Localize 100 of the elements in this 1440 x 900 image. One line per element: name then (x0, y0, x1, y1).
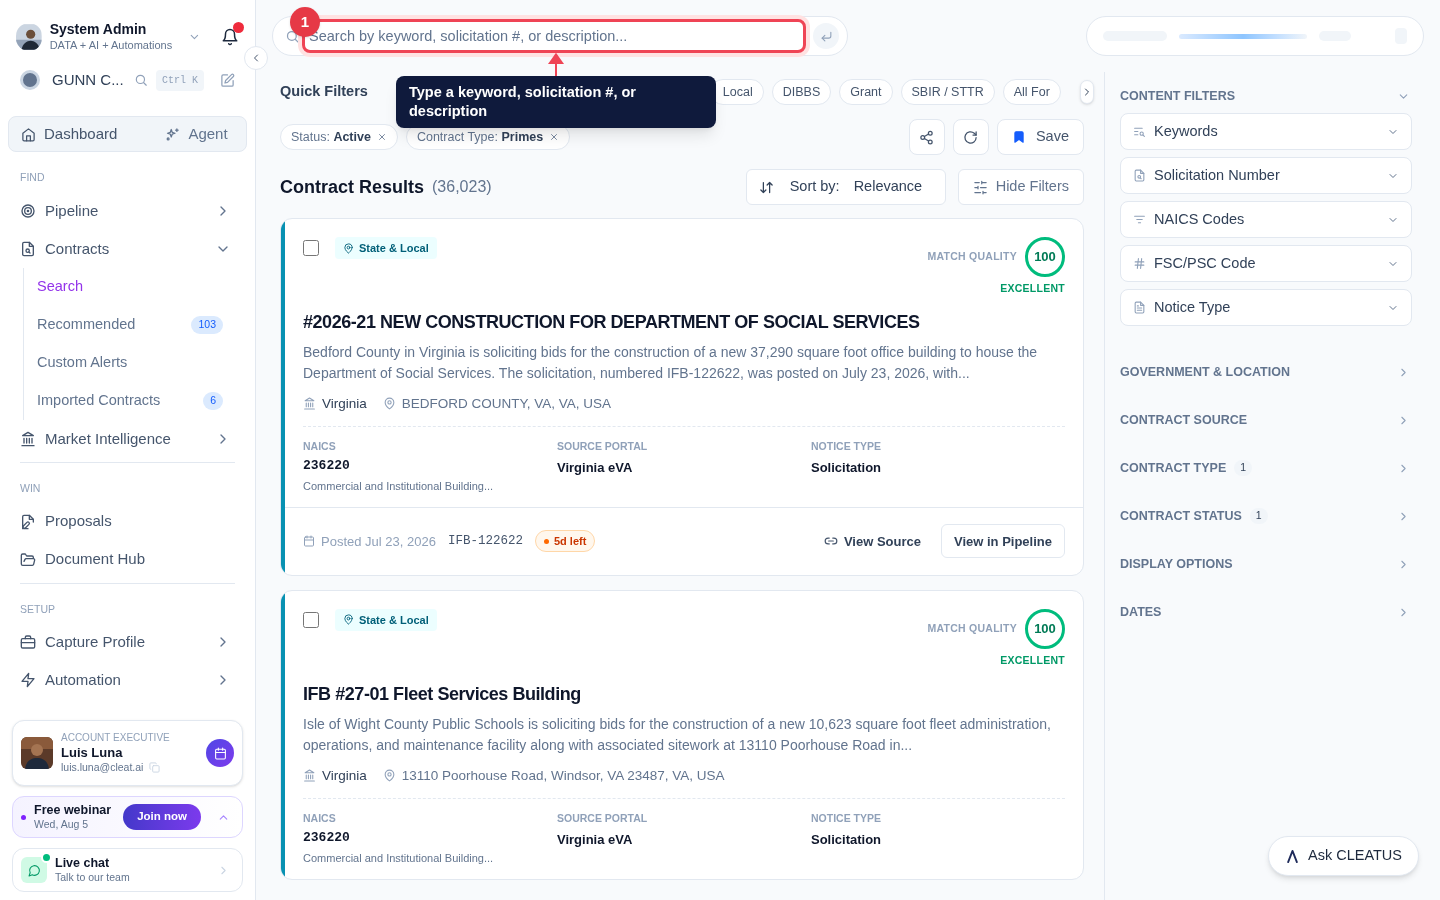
edit-icon[interactable] (220, 72, 235, 88)
sub-nav-item[interactable]: Imported Contracts 6 (37, 381, 247, 420)
enter-button[interactable] (813, 23, 839, 49)
sliders-icon (972, 179, 988, 195)
filter-section-header[interactable]: GOVERNMENT & LOCATION (1120, 348, 1412, 396)
search-icon[interactable] (134, 73, 148, 87)
save-button[interactable]: Save (996, 119, 1084, 155)
nav-item[interactable]: Proposals (8, 502, 247, 541)
pin-icon (343, 242, 354, 254)
section-heading: WIN (19, 480, 42, 496)
posted-date: Posted Jul 23, 2026 (321, 532, 436, 551)
scroll-right-button[interactable] (1079, 80, 1094, 104)
org-name[interactable]: GUNN C... (52, 68, 126, 92)
score-ring: 100 (1025, 237, 1065, 277)
rating-label: EXCELLENT (1000, 281, 1065, 296)
field-value: 236220 (303, 828, 351, 847)
filter-chip[interactable]: DIBBS (771, 79, 832, 105)
filter-section-header[interactable]: CONTRACT STATUS 1 (1120, 492, 1412, 540)
nav-tab[interactable]: Dashboard (21, 122, 118, 146)
card-title: IFB #27-01 Fleet Services Building (303, 682, 582, 706)
rating-label: EXCELLENT (1000, 652, 1065, 668)
select-checkbox[interactable] (303, 240, 319, 256)
select-checkbox[interactable] (303, 611, 319, 628)
email-text: luis.luna@cleat.ai (61, 760, 144, 774)
filter-dropdown[interactable]: FSC/PSC Code (1120, 245, 1412, 282)
calendar-button[interactable] (206, 739, 234, 767)
match-quality-label: MATCH QUALITY (927, 249, 1017, 265)
briefcase-icon (20, 634, 36, 651)
field-label: NAICS (303, 439, 337, 454)
filter-dropdown[interactable]: Solicitation Number (1120, 157, 1412, 194)
filter-dropdown[interactable]: Notice Type (1120, 289, 1412, 326)
user-subtitle: DATA + AI + Automations (49, 38, 173, 53)
remove-icon[interactable] (549, 132, 560, 142)
filter-section-header[interactable]: CONTRACT TYPE 1 (1120, 444, 1412, 492)
field-value: 236220 (303, 456, 351, 475)
sub-nav-item[interactable]: Search (37, 267, 247, 306)
org-logo (20, 70, 40, 90)
field-note: Commercial and Institutional Building... (303, 479, 495, 495)
filter-icon (1133, 213, 1146, 226)
filter-chip[interactable]: All For (1002, 79, 1061, 105)
tooltip: Type a keyword, solicitation #, or description (396, 76, 716, 128)
filter-section-header[interactable]: CONTRACT SOURCE (1120, 396, 1412, 444)
filter-chip[interactable]: SBIR / STTR (900, 79, 995, 105)
sub-nav-item[interactable]: Custom Alerts (37, 343, 247, 382)
user-name: System Admin (49, 21, 148, 39)
person-name: Luis Luna (61, 744, 124, 761)
nav-item[interactable]: Contracts (8, 229, 247, 268)
join-button[interactable]: Join now (123, 804, 201, 830)
quick-filters-label: Quick Filters (280, 82, 368, 102)
nav-item[interactable]: Market Intelligence (8, 419, 247, 458)
nav-item[interactable]: Automation (8, 661, 247, 700)
filter-tag[interactable]: Status: Active (280, 124, 398, 150)
bank-icon (303, 397, 316, 411)
field-value: Virginia eVA (557, 458, 634, 477)
filter-chip[interactable]: Grant (839, 79, 893, 105)
bookmark-icon (1011, 130, 1026, 144)
count-badge: 103 (191, 315, 223, 334)
ask-assistant-button[interactable]: Ask CLEATUS (1268, 836, 1419, 876)
chat-bubble-icon (27, 863, 41, 877)
bank-icon (303, 769, 316, 783)
refresh-button[interactable] (952, 119, 989, 155)
calendar-icon (303, 535, 315, 548)
webinar-title: Free webinar (34, 802, 113, 819)
bank-icon (20, 430, 36, 447)
file-search-icon (1133, 169, 1146, 182)
category-tag: State & Local (335, 608, 437, 631)
remove-icon[interactable] (376, 132, 387, 142)
field-value: Solicitation (811, 830, 883, 849)
nav-item[interactable]: Pipeline (8, 191, 247, 230)
pin-icon (343, 614, 354, 626)
filter-section-header[interactable]: DATES (1120, 588, 1412, 636)
sort-dropdown[interactable]: Sort by: Relevance (745, 169, 946, 205)
view-in-pipeline-button[interactable]: View in Pipeline (941, 524, 1065, 559)
field-label: SOURCE PORTAL (557, 810, 649, 826)
live-chat-card[interactable]: Live chat Talk to our team (12, 848, 243, 892)
field-note: Commercial and Institutional Building... (303, 851, 495, 866)
view-source-link[interactable]: View Source (823, 531, 921, 551)
copy-icon[interactable] (149, 761, 161, 773)
hide-filters-button[interactable]: Hide Filters (957, 169, 1084, 205)
field-value: Virginia eVA (557, 830, 634, 849)
notification-bell-icon[interactable] (221, 28, 239, 46)
share-button[interactable] (908, 119, 945, 155)
enter-icon (819, 29, 833, 43)
solicitation-number: IFB-122622 (447, 532, 523, 550)
chat-subtitle: Talk to our team (55, 871, 131, 885)
sub-nav-item[interactable]: Recommended 103 (37, 305, 247, 344)
webinar-date: Wed, Aug 5 (34, 818, 90, 832)
nav-item[interactable]: Capture Profile (8, 623, 247, 662)
filter-section-header[interactable]: DISPLAY OPTIONS (1120, 540, 1412, 588)
filter-dropdown[interactable]: NAICS Codes (1120, 201, 1412, 238)
card-title: #2026-21 NEW CONSTRUCTION FOR DEPARTMENT OF SOCIAL SERVICES (303, 310, 921, 334)
chat-title: Live chat (55, 855, 111, 872)
share-icon (919, 129, 935, 145)
nav-tab[interactable]: Agent (165, 122, 228, 146)
collapse-button[interactable] (244, 46, 268, 70)
nav-item[interactable]: Document Hub (8, 540, 247, 579)
category-tag: State & Local (335, 237, 437, 259)
filter-dropdown[interactable]: Keywords (1120, 113, 1412, 150)
pin-icon (382, 769, 396, 783)
calendar-icon (213, 746, 227, 760)
